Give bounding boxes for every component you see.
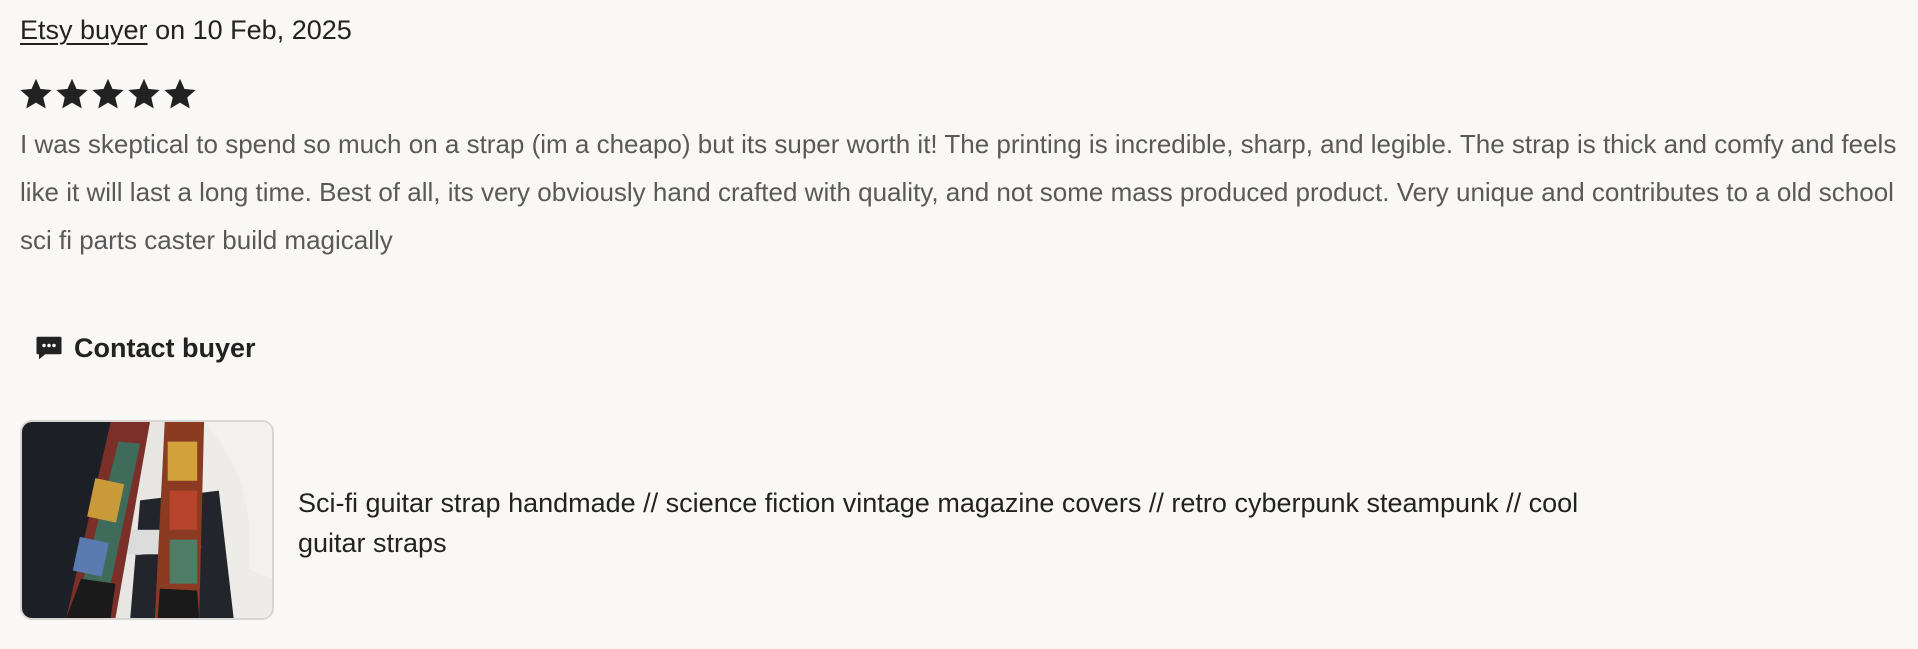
date-prefix: on [155,15,186,45]
star-filled-icon [20,78,52,109]
chat-bubble-icon [36,336,62,360]
contact-buyer-button[interactable]: Contact buyer [20,322,270,374]
listing-title[interactable]: Sci-fi guitar strap handmade // science … [298,483,1608,563]
review-meta: Etsy buyer on 10 Feb, 2025 [20,12,352,48]
star-rating [20,78,196,110]
star-filled-icon [92,78,124,109]
listing-item[interactable]: Sci-fi guitar strap handmade // science … [20,420,1608,620]
buyer-name-link[interactable]: Etsy buyer [20,15,148,45]
star-filled-icon [164,78,196,109]
contact-buyer-label: Contact buyer [74,332,256,363]
review-date: 10 Feb, 2025 [192,15,352,45]
star-filled-icon [56,78,88,109]
star-filled-icon [128,78,160,109]
listing-thumbnail[interactable] [20,420,274,620]
review-card: Etsy buyer on 10 Feb, 2025 I was skeptic… [0,0,1918,649]
review-text: I was skeptical to spend so much on a st… [20,129,1897,255]
